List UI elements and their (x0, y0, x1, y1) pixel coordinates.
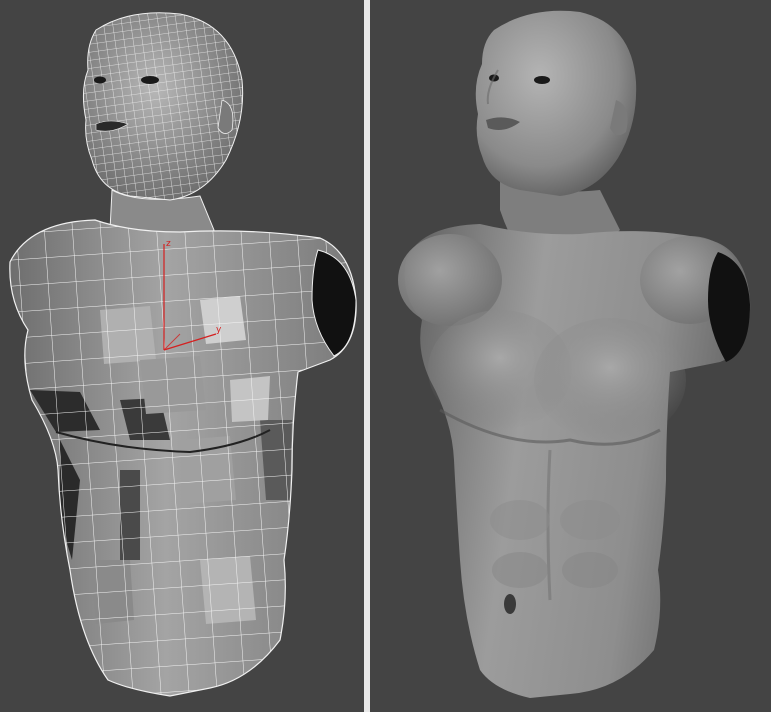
gizmo-y-label: y (216, 325, 222, 335)
torso-mesh (9, 219, 357, 697)
eye-left (141, 76, 159, 84)
head-shape (475, 10, 637, 196)
shaded-model (398, 10, 751, 698)
eye-right (94, 76, 106, 84)
pectoral-right (534, 318, 686, 442)
app-root: z y (0, 0, 771, 712)
viewport-right-shaded[interactable] (370, 0, 771, 712)
head-mesh (82, 12, 244, 201)
gizmo-z-label: z (166, 239, 171, 249)
navel (504, 594, 516, 614)
wireframe-model: z y (9, 12, 357, 697)
viewport-left-wireframe[interactable]: z y (0, 0, 364, 712)
eye-left-shaded (534, 76, 550, 84)
